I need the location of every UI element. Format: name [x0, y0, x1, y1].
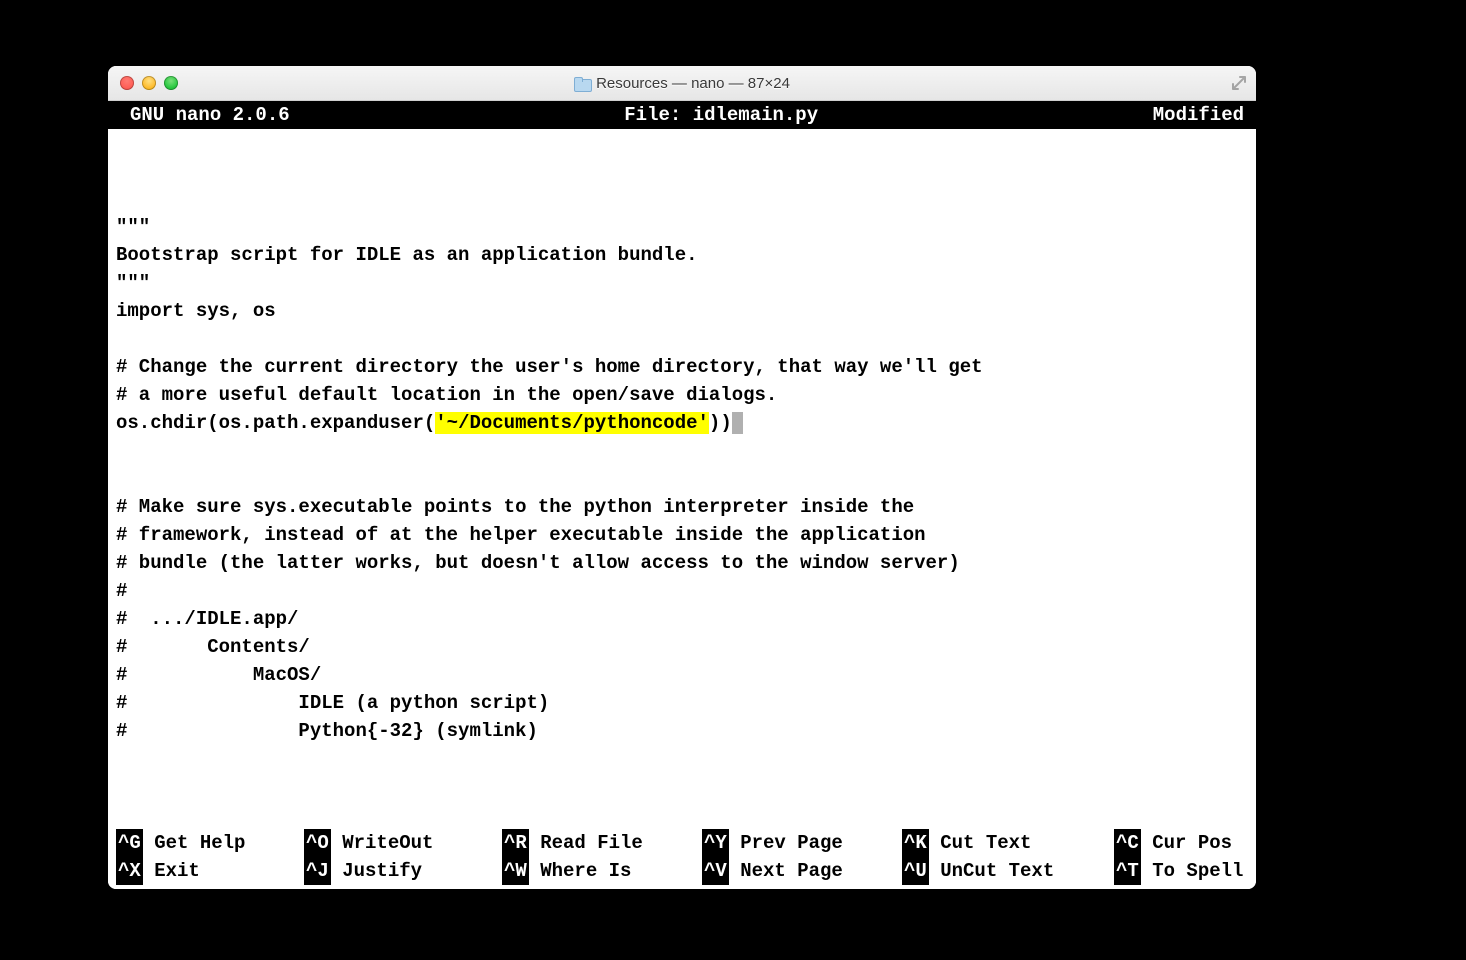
shortcut-key: ^V	[702, 857, 729, 885]
shortcut-label: WriteOut	[331, 829, 434, 857]
shortcut-exit: ^X Exit	[116, 857, 304, 885]
shortcut-label: Cut Text	[929, 829, 1032, 857]
shortcut-cur-pos: ^C Cur Pos	[1114, 829, 1232, 857]
code-block-after: # Make sure sys.executable points to the…	[116, 496, 960, 742]
shortcut-row: ^G Get Help ^O WriteOut ^R Read File ^Y …	[116, 829, 1248, 857]
nano-modified: Modified	[1153, 101, 1248, 129]
minimize-icon[interactable]	[142, 76, 156, 90]
highlighted-path: '~/Documents/pythoncode'	[435, 412, 709, 434]
nano-shortcuts: ^G Get Help ^O WriteOut ^R Read File ^Y …	[108, 829, 1256, 889]
fullscreen-icon[interactable]	[1230, 74, 1248, 92]
shortcut-label: Get Help	[143, 829, 246, 857]
window-title: Resources — nano — 87×24	[108, 75, 1256, 92]
shortcut-key: ^U	[902, 857, 929, 885]
shortcut-key: ^J	[304, 857, 331, 885]
shortcut-to-spell: ^T To Spell	[1114, 857, 1243, 885]
titlebar[interactable]: Resources — nano — 87×24	[108, 66, 1256, 101]
shortcut-label: Cur Pos	[1141, 829, 1232, 857]
shortcut-writeout: ^O WriteOut	[304, 829, 502, 857]
folder-icon	[574, 77, 590, 90]
terminal-window: Resources — nano — 87×24 GNU nano 2.0.6 …	[108, 66, 1256, 889]
shortcut-key: ^C	[1114, 829, 1141, 857]
shortcut-key: ^T	[1114, 857, 1141, 885]
chdir-suffix: ))	[709, 412, 732, 434]
shortcut-justify: ^J Justify	[304, 857, 502, 885]
shortcut-key: ^K	[902, 829, 929, 857]
shortcut-key: ^G	[116, 829, 143, 857]
shortcut-prev-page: ^Y Prev Page	[702, 829, 902, 857]
shortcut-row: ^X Exit ^J Justify ^W Where Is ^V Next P…	[116, 857, 1248, 885]
nano-header: GNU nano 2.0.6 File: idlemain.py Modifie…	[108, 101, 1256, 129]
text-cursor	[732, 412, 743, 434]
chdir-line: os.chdir(os.path.expanduser('~/Documents…	[116, 412, 743, 434]
shortcut-label: To Spell	[1141, 857, 1244, 885]
shortcut-key: ^Y	[702, 829, 729, 857]
shortcut-read-file: ^R Read File	[502, 829, 702, 857]
shortcut-where-is: ^W Where Is	[502, 857, 702, 885]
shortcut-cut-text: ^K Cut Text	[902, 829, 1114, 857]
shortcut-get-help: ^G Get Help	[116, 829, 304, 857]
shortcut-label: Exit	[143, 857, 200, 885]
shortcut-key: ^R	[502, 829, 529, 857]
shortcut-uncut-text: ^U UnCut Text	[902, 857, 1114, 885]
terminal-body[interactable]: GNU nano 2.0.6 File: idlemain.py Modifie…	[108, 101, 1256, 889]
shortcut-label: UnCut Text	[929, 857, 1054, 885]
shortcut-key: ^X	[116, 857, 143, 885]
shortcut-label: Where Is	[529, 857, 632, 885]
shortcut-label: Next Page	[729, 857, 843, 885]
window-title-text: Resources — nano — 87×24	[596, 75, 790, 92]
code-block-before: """ Bootstrap script for IDLE as an appl…	[116, 216, 983, 406]
window-controls	[108, 76, 178, 90]
shortcut-next-page: ^V Next Page	[702, 857, 902, 885]
shortcut-key: ^O	[304, 829, 331, 857]
zoom-icon[interactable]	[164, 76, 178, 90]
editor-area[interactable]: """ Bootstrap script for IDLE as an appl…	[108, 129, 1256, 829]
chdir-prefix: os.chdir(os.path.expanduser(	[116, 412, 435, 434]
editor-line	[116, 745, 1248, 773]
editor-line	[116, 157, 1248, 185]
close-icon[interactable]	[120, 76, 134, 90]
nano-version: GNU nano 2.0.6	[116, 101, 290, 129]
shortcut-key: ^W	[502, 857, 529, 885]
shortcut-label: Read File	[529, 829, 643, 857]
shortcut-label: Prev Page	[729, 829, 843, 857]
shortcut-label: Justify	[331, 857, 422, 885]
nano-file-label: File: idlemain.py	[290, 101, 1153, 129]
